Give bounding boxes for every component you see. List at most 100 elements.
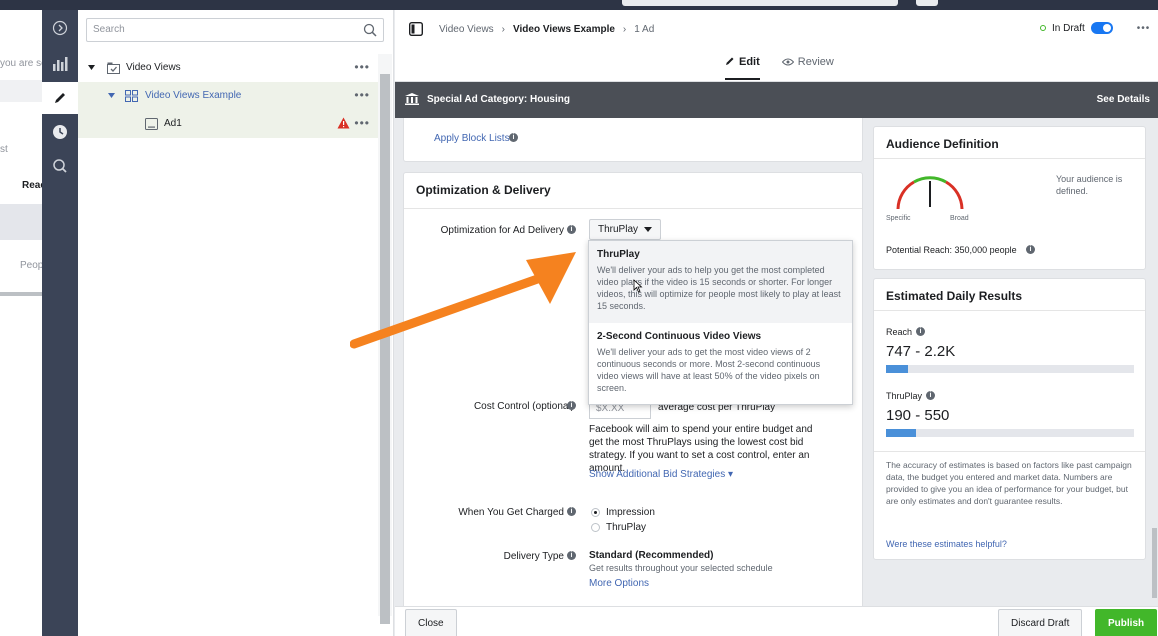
show-bid-strategies-link[interactable]: Show Additional Bid Strategies ▾ [589,469,733,480]
edit-mode-button[interactable] [42,82,78,114]
info-icon[interactable]: i [567,507,576,516]
optimization-menu: ThruPlay We'll deliver your ads to help … [588,240,853,405]
ad-preview-icon [145,118,158,130]
metric-bar-fill [886,429,916,437]
optimization-dropdown[interactable]: ThruPlay [589,219,662,240]
charged-label: When You Get Charged [458,507,564,518]
orange-arrow-annotation [350,252,576,349]
publish-button[interactable]: Publish [1095,609,1158,636]
tree-item-campaign[interactable]: Video Views ••• [78,54,378,82]
draft-status: In Draft ••• [1040,22,1150,34]
info-icon[interactable]: i [926,391,935,400]
results-title: Estimated Daily Results [886,289,1023,303]
see-details-link[interactable]: See Details [1097,94,1150,105]
tab-edit[interactable]: Edit [725,56,760,80]
collapse-button[interactable] [42,12,78,44]
search-input[interactable]: Search [86,18,384,42]
ad-toggle[interactable] [1090,22,1113,34]
close-button[interactable]: Close [405,609,457,636]
menu-option-thruplay[interactable]: ThruPlay We'll deliver your ads to help … [589,241,852,323]
left-partial-panel: you are se st Reac Peop [0,10,42,636]
charged-option-label: Impression [606,507,655,518]
info-icon[interactable]: i [916,327,925,336]
radio-selected[interactable] [591,507,600,517]
cost-control-label: Cost Control (optional) [473,401,574,412]
left-partial-text: Peop [20,260,42,271]
charged-option-impression[interactable]: Impression [591,507,655,518]
metric-value: 747 - 2.2K [886,343,956,360]
more-options-icon[interactable]: ••• [354,60,370,74]
more-options-icon[interactable]: ••• [354,88,370,102]
delivery-type-help: Get results throughout your selected sch… [589,563,773,573]
tab-review[interactable]: Review [781,56,834,80]
info-icon[interactable]: i [567,401,576,410]
special-ad-category-label: Special Ad Category: Housing [427,94,570,105]
optimization-label: Optimization for Ad Delivery [440,225,564,236]
tree-item-label: Video Views [126,62,181,73]
tree-item-adset[interactable]: Video Views Example ••• [78,82,378,110]
tree-item-ad[interactable]: Ad1 ••• [78,110,378,138]
clock-icon [53,125,67,139]
info-icon[interactable]: i [509,133,518,142]
optimization-dropdown-value: ThruPlay [598,224,639,235]
left-partial-text: Reac [22,180,42,191]
tree-item-label: Ad1 [164,118,182,129]
top-strip-tab [622,0,898,6]
audience-status: Your audience is defined. [1056,174,1123,196]
editor-footer: Close Discard Draft Publish [395,606,1158,636]
section-title: Optimization & Delivery [416,183,551,197]
left-partial-text: you are se [0,58,42,69]
delivery-type-label: Delivery Type [503,551,564,562]
more-options-link[interactable]: More Options [589,578,649,589]
chevron-right-icon: › [622,24,627,35]
results-disclaimer: The accuracy of estimates is based on fa… [886,460,1132,506]
more-options-icon[interactable]: ••• [354,116,370,130]
main-scrollbar[interactable] [1151,118,1158,606]
adset-grid-icon [125,90,138,102]
history-button[interactable] [42,116,78,148]
info-icon[interactable]: i [1026,245,1035,254]
reports-button[interactable] [42,48,78,80]
search-placeholder: Search [93,24,125,35]
breadcrumb: Video Views › Video Views Example › 1 Ad [439,24,654,35]
card-header: Optimization & Delivery [404,173,862,209]
potential-reach: Potential Reach: 350,000 people [886,245,1017,255]
metric-bar [886,429,1134,437]
menu-option-2sec-views[interactable]: 2-Second Continuous Video Views We'll de… [589,323,852,405]
search-view-button[interactable] [42,150,78,182]
metric-bar-fill [886,365,909,373]
discard-draft-button[interactable]: Discard Draft [998,609,1083,636]
draft-dot-icon [1040,25,1046,31]
left-partial-text: st [0,144,8,155]
menu-option-title: ThruPlay [597,249,640,260]
metric-value: 190 - 550 [886,407,950,424]
divider [874,451,1145,452]
breadcrumb-campaign[interactable]: Video Views [439,24,494,35]
radio-unselected[interactable] [591,522,600,532]
apply-block-lists-link[interactable]: Apply Block Lists [434,133,510,144]
info-icon[interactable]: i [567,225,576,234]
more-options-icon[interactable]: ••• [1137,23,1151,34]
eye-icon [781,58,794,66]
panel-toggle-icon[interactable] [409,22,423,36]
info-icon[interactable]: i [567,551,576,560]
search-magnify-icon [53,159,67,173]
audience-gauge-icon [896,176,964,210]
placements-card: Apply Block Lists i [403,118,863,162]
caret-down-icon [88,65,95,70]
bar-chart-icon [53,57,68,71]
chevron-right-circle-icon [52,20,68,36]
chevron-right-icon: › [501,24,506,35]
estimated-results-card: Estimated Daily Results Reach i 747 - 2.… [873,278,1146,560]
breadcrumb-ad[interactable]: 1 Ad [634,24,654,35]
pencil-icon [726,57,734,65]
breadcrumb-adset[interactable]: Video Views Example [513,24,615,35]
charged-option-label: ThruPlay [606,522,647,533]
metric-label: ThruPlay [886,391,923,401]
audience-title: Audience Definition [886,137,999,151]
helpful-link[interactable]: Were these estimates helpful? [886,539,1007,549]
edit-review-tabs: Edit Review [725,56,834,80]
top-strip [0,0,1158,10]
charged-option-thruplay[interactable]: ThruPlay [591,522,646,533]
menu-option-title: 2-Second Continuous Video Views [597,331,762,342]
